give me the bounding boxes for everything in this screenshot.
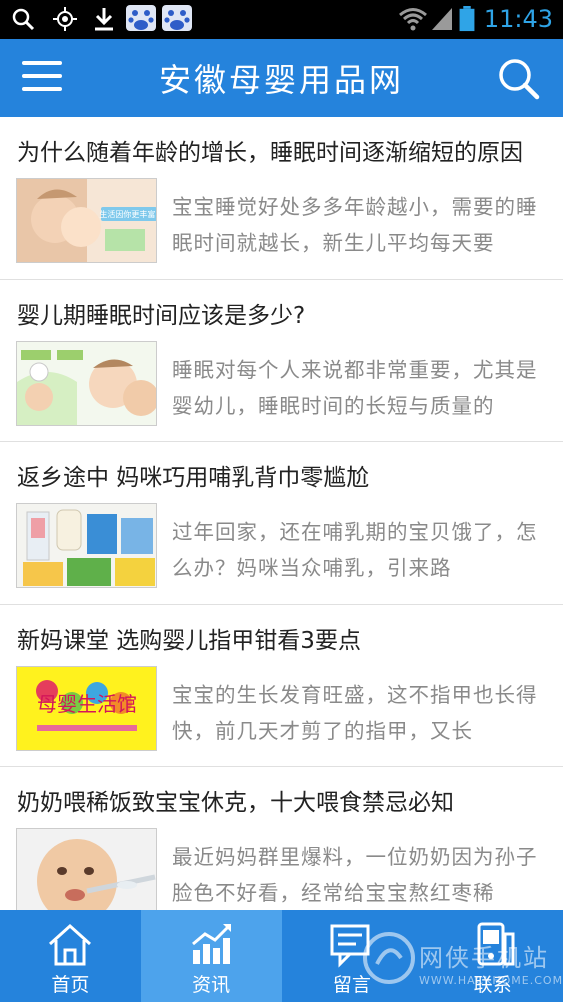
chart-icon xyxy=(192,924,232,964)
article-thumbnail[interactable] xyxy=(16,503,157,588)
phone-icon xyxy=(477,922,515,966)
article-summary: 睡眠对每个人来说都非常重要，尤其是婴幼儿，睡眠时间的长短与质量的 xyxy=(172,357,538,418)
message-icon xyxy=(330,924,370,968)
nav-label: 留言 xyxy=(332,974,371,996)
list-item[interactable]: 奶奶喂稀饭致宝宝休克，十大喂食禁忌必知 最近妈妈群里爆料，一位奶奶因为孙子脸色不… xyxy=(0,767,563,910)
article-thumbnail[interactable] xyxy=(16,828,157,910)
gps-icon xyxy=(53,7,77,31)
list-item[interactable]: 返乡途中 妈咪巧用哺乳背巾零尴尬 过年回家，还在哺乳期的宝贝饿了，怎么办？妈咪当… xyxy=(0,442,563,605)
article-summary: 宝宝的生长发育旺盛，这不指甲也长得快，前几天才剪了的指甲，又长 xyxy=(172,682,538,743)
list-item[interactable]: 婴儿期睡眠时间应该是多少? 睡眠对每个人来说都非常重要，尤其是婴幼儿，睡眠时间的… xyxy=(0,280,563,442)
wifi-icon xyxy=(399,8,427,31)
home-icon xyxy=(49,923,92,966)
nav-item-news[interactable]: 资讯 xyxy=(140,910,282,1002)
status-bar: 11:43 xyxy=(0,0,563,39)
article-title[interactable]: 返乡途中 妈咪巧用哺乳背巾零尴尬 xyxy=(17,458,547,492)
list-item[interactable]: 为什么随着年龄的增长，睡眠时间逐渐缩短的原因 生活因你更丰富! 宝宝睡觉好处多多… xyxy=(0,117,563,280)
article-title[interactable]: 为什么随着年龄的增长，睡眠时间逐渐缩短的原因 xyxy=(17,133,547,167)
article-summary: 宝宝睡觉好处多多年龄越小，需要的睡眠时间就越长，新生儿平均每天要 xyxy=(172,195,538,255)
article-thumbnail[interactable]: 母婴生活馆 xyxy=(16,665,157,751)
page-title: 安徽母婴用品网 xyxy=(158,61,404,99)
bottom-nav: 首页 资讯 留言 联系 网侠手机站 WWW.HACKHOME.COM xyxy=(0,910,563,1002)
status-time: 11:43 xyxy=(483,5,553,33)
article-summary: 过年回家，还在哺乳期的宝贝饿了，怎么办？妈咪当众哺乳，引来路 xyxy=(172,520,538,580)
thumb-caption: 母婴生活馆 xyxy=(37,692,137,716)
nav-label: 资讯 xyxy=(192,974,231,996)
signal-icon xyxy=(432,8,452,30)
app-header: 安徽母婴用品网 xyxy=(0,39,563,117)
search-icon xyxy=(12,8,35,31)
nav-item-contact[interactable]: 联系 xyxy=(422,910,563,1002)
nav-label: 首页 xyxy=(51,974,90,996)
article-thumbnail[interactable]: 生活因你更丰富! xyxy=(16,178,157,263)
list-item[interactable]: 新妈课堂 选购婴儿指甲钳看3要点 母婴生活馆 宝宝的生长发育旺盛，这不指甲也长得… xyxy=(0,605,563,767)
nav-label: 联系 xyxy=(473,974,512,996)
article-title[interactable]: 新妈课堂 选购婴儿指甲钳看3要点 xyxy=(17,621,547,655)
article-title[interactable]: 婴儿期睡眠时间应该是多少? xyxy=(17,296,547,330)
battery-icon xyxy=(459,6,475,32)
search-icon[interactable] xyxy=(497,57,541,101)
nav-item-messages[interactable]: 留言 xyxy=(282,910,423,1002)
download-icon xyxy=(95,8,113,31)
news-list: 为什么随着年龄的增长，睡眠时间逐渐缩短的原因 生活因你更丰富! 宝宝睡觉好处多多… xyxy=(0,117,563,910)
article-thumbnail[interactable] xyxy=(16,340,157,426)
article-summary: 最近妈妈群里爆料，一位奶奶因为孙子脸色不好看，经常给宝宝熬红枣稀 xyxy=(172,845,538,905)
thumb-caption: 生活因你更丰富! xyxy=(99,209,157,219)
baidu-icon xyxy=(126,5,156,31)
nav-item-home[interactable]: 首页 xyxy=(0,910,141,1002)
article-title[interactable]: 奶奶喂稀饭致宝宝休克，十大喂食禁忌必知 xyxy=(17,783,547,817)
baidu-icon xyxy=(162,5,192,31)
